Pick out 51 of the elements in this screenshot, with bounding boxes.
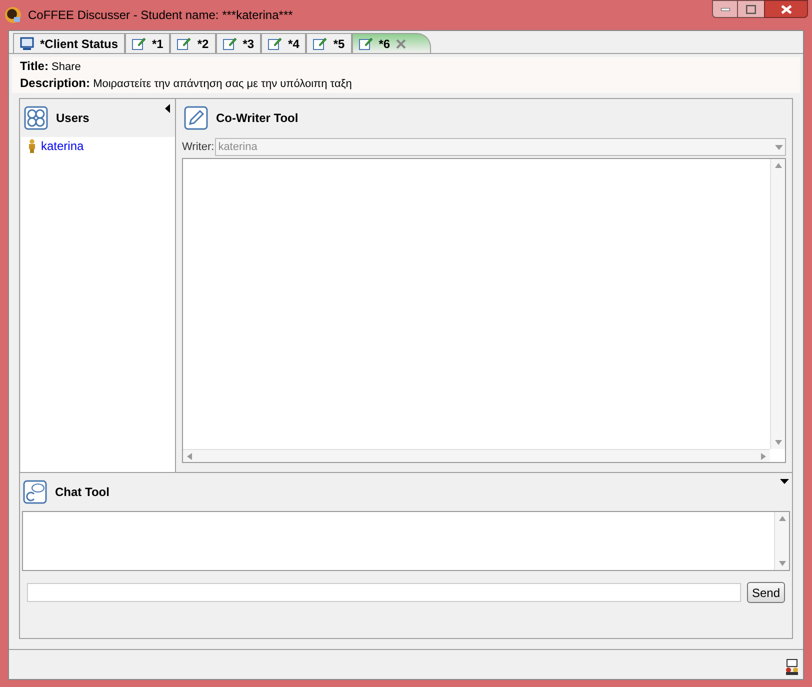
vertical-scrollbar[interactable] [774, 512, 789, 570]
note-pencil-icon [132, 37, 146, 50]
collapse-arrow-icon[interactable] [780, 479, 789, 484]
send-button[interactable]: Send [746, 582, 785, 603]
vertical-scrollbar[interactable] [770, 159, 785, 449]
window-title: CoFFEE Discusser - Student name: ***katerina*** [28, 7, 293, 24]
scroll-down-icon[interactable] [778, 561, 786, 566]
chat-bubble-icon [23, 480, 47, 504]
scroll-left-icon[interactable] [187, 452, 192, 460]
minimize-button[interactable] [712, 0, 738, 18]
scroll-up-icon[interactable] [778, 516, 786, 521]
monitor-icon [20, 36, 34, 50]
tab[interactable]: *6 [352, 33, 432, 53]
note-pencil-icon [177, 37, 192, 50]
close-icon[interactable] [396, 38, 406, 48]
description-label: Description: [20, 76, 90, 90]
close-icon [780, 4, 792, 14]
note-pencil-icon [358, 37, 373, 50]
person-icon [27, 139, 37, 153]
cowriter-title: Co-Writer Tool [216, 110, 298, 127]
app-logo-icon [4, 6, 22, 24]
tab[interactable]: *4 [261, 33, 306, 53]
chat-input-field[interactable] [27, 583, 741, 602]
minimize-icon [720, 8, 730, 10]
tab[interactable]: *5 [306, 33, 352, 53]
tab[interactable]: *1 [125, 33, 170, 53]
note-pencil-icon [222, 37, 237, 50]
maximize-button[interactable] [738, 0, 764, 18]
scroll-up-icon[interactable] [774, 163, 782, 168]
pencil-icon [184, 106, 208, 130]
users-title: Users [56, 110, 90, 127]
close-button[interactable] [764, 0, 808, 18]
writer-label: Writer: [182, 140, 214, 155]
user-list-item[interactable]: katerina [21, 137, 175, 155]
users-icon [24, 106, 48, 130]
collapse-arrow-icon[interactable] [165, 104, 170, 113]
scroll-down-icon[interactable] [774, 440, 782, 445]
tab[interactable]: *3 [216, 33, 262, 53]
chat-title: Chat Tool [55, 484, 110, 501]
horizontal-scrollbar[interactable] [183, 449, 770, 462]
dropdown-arrow-icon [775, 144, 783, 150]
tab[interactable]: *Client Status [13, 33, 126, 53]
title-label: Title: [20, 59, 48, 73]
tab[interactable]: *2 [170, 33, 216, 53]
note-pencil-icon [313, 37, 328, 50]
task-title: Share [52, 61, 81, 73]
maximize-icon [746, 4, 756, 14]
users-chat-icon[interactable] [784, 659, 800, 675]
task-description: Μοιραστείτε την απάντηση σας με την υπόλοιπη ταξη [93, 78, 352, 90]
note-pencil-icon [268, 37, 282, 50]
scroll-right-icon[interactable] [761, 452, 766, 460]
